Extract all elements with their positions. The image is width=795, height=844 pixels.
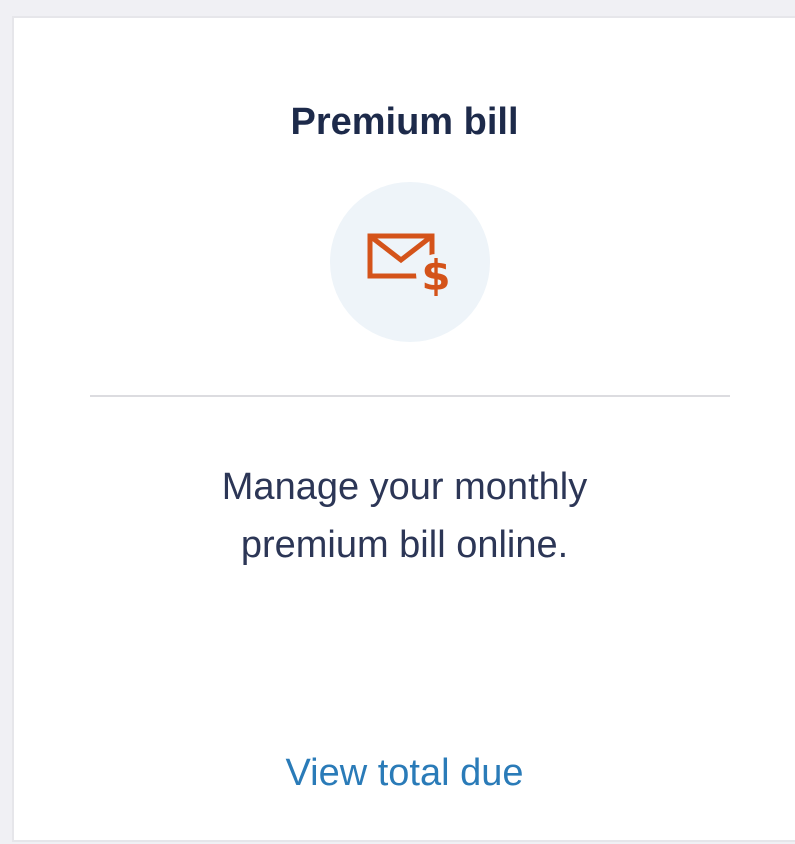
card-title: Premium bill: [290, 101, 519, 143]
description-line-2: premium bill online.: [240, 524, 569, 566]
envelope-dollar-icon: $: [367, 233, 456, 298]
description-line-1: Manage your monthly: [221, 466, 588, 508]
svg-text:$: $: [421, 251, 450, 298]
divider: [90, 395, 730, 397]
premium-bill-card: Premium bill $ Manage your monthly premi…: [12, 16, 795, 842]
view-total-due-link[interactable]: View total due: [14, 748, 795, 798]
icon-circle: $: [330, 182, 490, 342]
card-description: Manage your monthly premium bill online.: [14, 458, 795, 574]
